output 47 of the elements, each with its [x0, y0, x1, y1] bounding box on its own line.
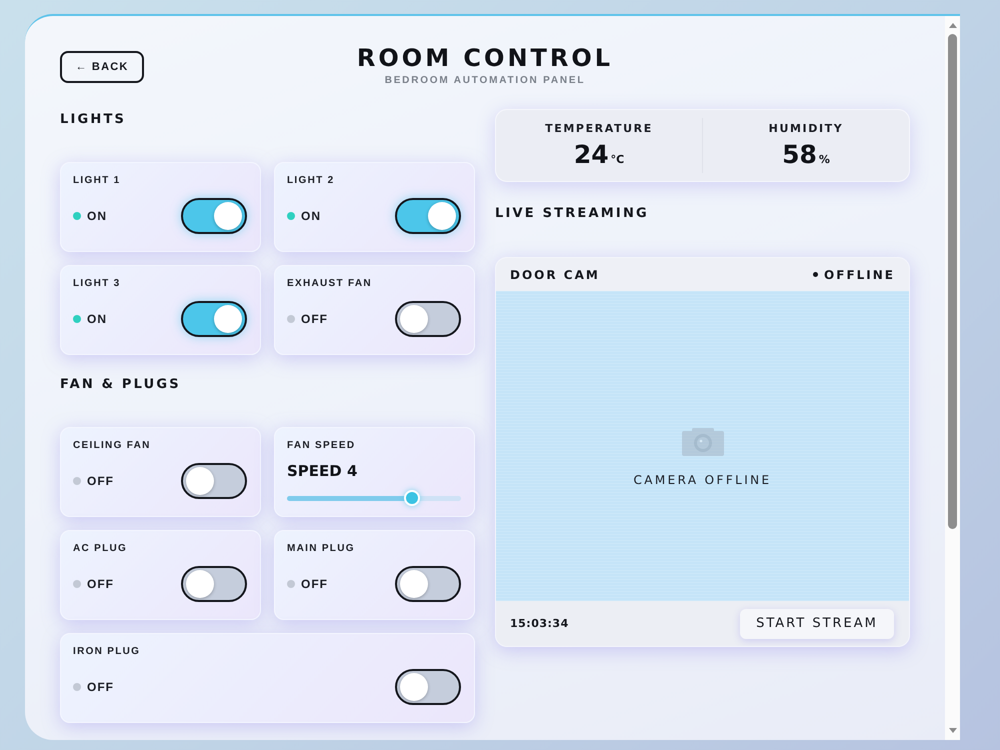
device-name: LIGHT 1	[73, 175, 120, 187]
toggle-switch[interactable]	[395, 566, 461, 602]
toggle-switch[interactable]	[395, 301, 461, 337]
speed-value: SPEED 4	[287, 462, 358, 480]
scroll-down-arrow-icon[interactable]	[948, 728, 956, 733]
scroll-up-arrow-icon[interactable]	[948, 23, 956, 28]
sensor-label: TEMPERATURE	[545, 122, 653, 136]
slider-thumb[interactable]	[404, 490, 420, 506]
device-status: OFF	[301, 577, 328, 591]
device-status: OFF	[87, 680, 114, 694]
sensor-label: HUMIDITY	[768, 122, 844, 136]
device-name: FAN SPEED	[287, 440, 356, 452]
sensor-value: 58%	[782, 141, 830, 171]
toggle-switch[interactable]	[181, 463, 247, 499]
camera-name: DOOR CAM	[510, 268, 600, 282]
device-status: ON	[87, 209, 107, 223]
section-title: LIVE STREAMING	[495, 206, 649, 222]
section-title: LIGHTS	[60, 112, 126, 128]
toggle-switch[interactable]	[395, 669, 461, 705]
camera-message: CAMERA OFFLINE	[633, 473, 772, 487]
sensor-value: 24°C	[574, 141, 624, 171]
device-name: LIGHT 2	[287, 175, 334, 187]
camera-status: OFFLINE	[824, 268, 895, 282]
device-name: EXHAUST FAN	[287, 278, 372, 290]
device-name: AC PLUG	[73, 543, 128, 555]
slider-track[interactable]	[287, 490, 461, 506]
device-status: OFF	[301, 312, 328, 326]
start-stream-button[interactable]: START STREAM	[740, 608, 894, 638]
page-subtitle: BEDROOM AUTOMATION PANEL	[384, 75, 586, 87]
device-name: LIGHT 3	[73, 278, 120, 290]
device-status: ON	[87, 312, 107, 326]
device-status: OFF	[87, 474, 114, 488]
device-status: OFF	[87, 577, 114, 591]
toggle-switch[interactable]	[181, 566, 247, 602]
scrollbar-thumb[interactable]	[948, 34, 957, 529]
device-name: IRON PLUG	[73, 646, 140, 658]
device-name: MAIN PLUG	[287, 543, 355, 555]
device-status: ON	[301, 209, 321, 223]
toggle-switch[interactable]	[395, 198, 461, 234]
camera-icon	[682, 428, 724, 456]
section-title: FAN & PLUGS	[60, 377, 181, 393]
page-title: ROOM CONTROL	[356, 44, 614, 72]
toggle-switch[interactable]	[181, 301, 247, 337]
toggle-switch[interactable]	[181, 198, 247, 234]
back-button[interactable]: ← BACK	[60, 51, 144, 83]
stream-time: 15:03:34	[510, 616, 569, 630]
device-name: CEILING FAN	[73, 440, 151, 452]
